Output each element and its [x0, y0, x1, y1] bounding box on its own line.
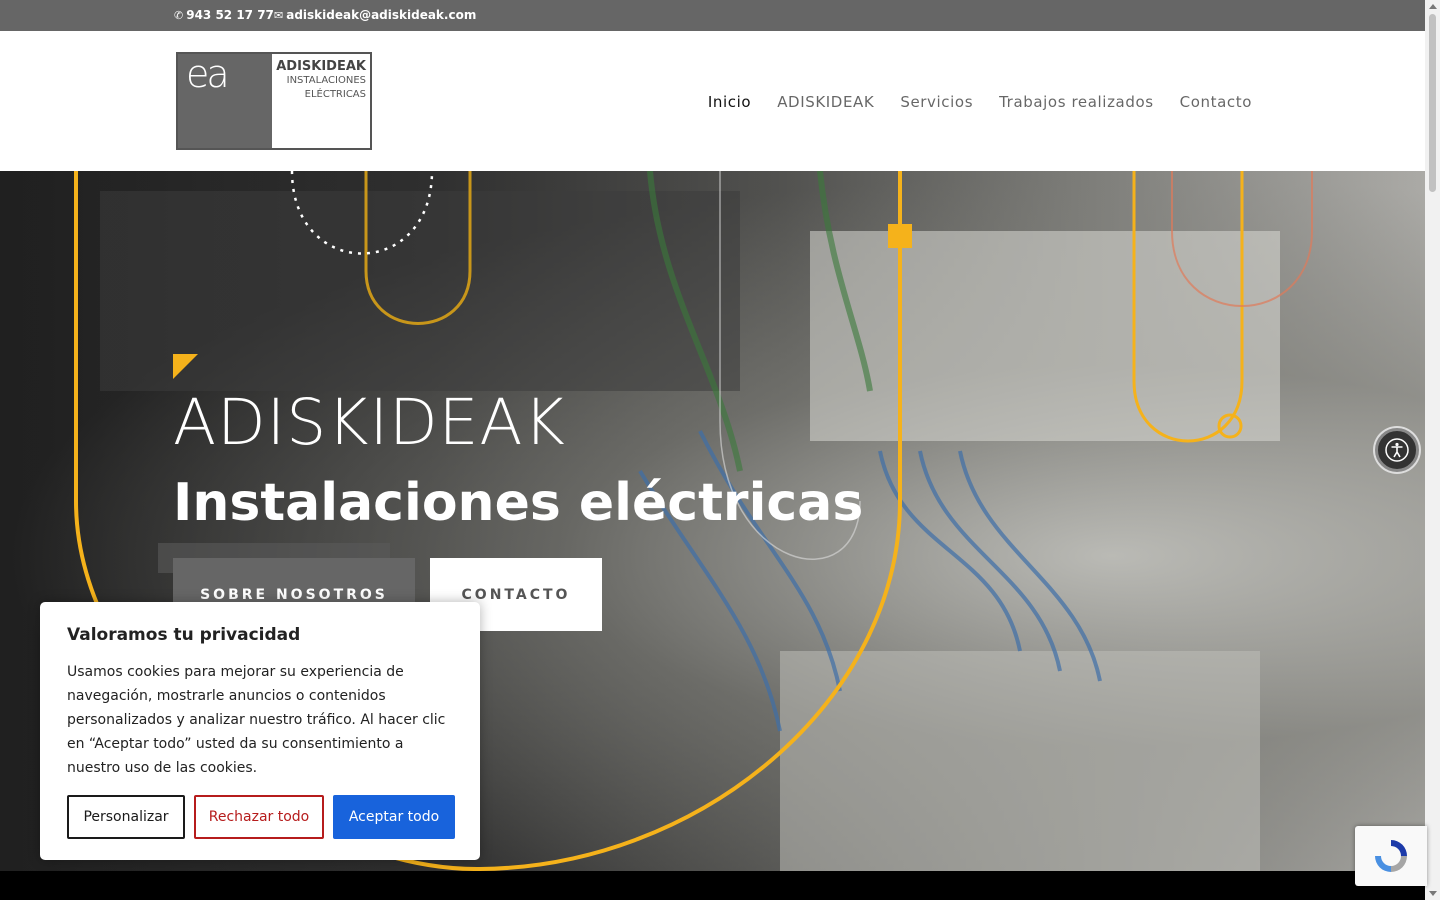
phone-number[interactable]: 943 52 17 77	[186, 8, 274, 22]
corner-triangle	[173, 354, 198, 379]
scroll-down-icon[interactable]	[1429, 891, 1437, 896]
logo-line1: INSTALACIONES	[286, 75, 366, 86]
phone-icon: ✆	[174, 8, 184, 22]
accessibility-icon	[1385, 438, 1409, 462]
logo-mark: ea	[178, 52, 272, 148]
email-address[interactable]: adiskideak@adiskideak.com	[286, 8, 476, 22]
cookie-title: Valoramos tu privacidad	[67, 625, 301, 645]
main-nav: Inicio ADISKIDEAK Servicios Trabajos rea…	[708, 93, 1252, 111]
scroll-thumb[interactable]	[1429, 14, 1436, 192]
logo-line2: ELÉCTRICAS	[304, 89, 366, 100]
hero-subtitle: Instalaciones eléctricas	[173, 473, 864, 533]
nav-item-trabajos[interactable]: Trabajos realizados	[999, 93, 1154, 111]
breaker-row-bottom	[780, 651, 1260, 871]
logo-name: ADISKIDEAK	[276, 59, 366, 74]
nav-item-servicios[interactable]: Servicios	[900, 93, 973, 111]
accept-all-button[interactable]: Aceptar todo	[333, 795, 455, 839]
nav-item-inicio[interactable]: Inicio	[708, 93, 751, 111]
topbar-email[interactable]: ✉ adiskideak@adiskideak.com	[274, 8, 476, 22]
mail-icon: ✉	[274, 8, 284, 22]
accessibility-button[interactable]	[1375, 428, 1419, 472]
logo-text: ADISKIDEAK INSTALACIONES ELÉCTRICAS	[272, 54, 370, 148]
cookie-buttons: Personalizar Rechazar todo Aceptar todo	[67, 795, 455, 839]
recaptcha-icon	[1375, 840, 1407, 872]
logo-mark-text: ea	[186, 52, 230, 96]
site-header: ea ADISKIDEAK INSTALACIONES ELÉCTRICAS I…	[0, 31, 1425, 171]
cookie-text: Usamos cookies para mejorar su experienc…	[67, 664, 446, 776]
nav-item-adiskideak[interactable]: ADISKIDEAK	[777, 93, 874, 111]
hero-title: ADISKIDEAK	[173, 386, 566, 459]
cookie-banner: Valoramos tu privacidad Usamos cookies p…	[40, 602, 480, 860]
yellow-square	[888, 224, 912, 248]
site-logo[interactable]: ea ADISKIDEAK INSTALACIONES ELÉCTRICAS	[176, 52, 372, 150]
customize-button[interactable]: Personalizar	[67, 795, 185, 839]
recaptcha-badge[interactable]	[1355, 826, 1427, 886]
scroll-up-icon[interactable]	[1429, 4, 1437, 9]
reject-all-button[interactable]: Rechazar todo	[194, 795, 324, 839]
page-scrollbar[interactable]	[1425, 0, 1440, 900]
nav-item-contacto[interactable]: Contacto	[1180, 93, 1252, 111]
breaker-row-top	[810, 231, 1280, 441]
topbar-phone[interactable]: ✆ 943 52 17 77	[174, 8, 274, 22]
top-bar: ✆ 943 52 17 77 ✉ adiskideak@adiskideak.c…	[0, 0, 1425, 31]
